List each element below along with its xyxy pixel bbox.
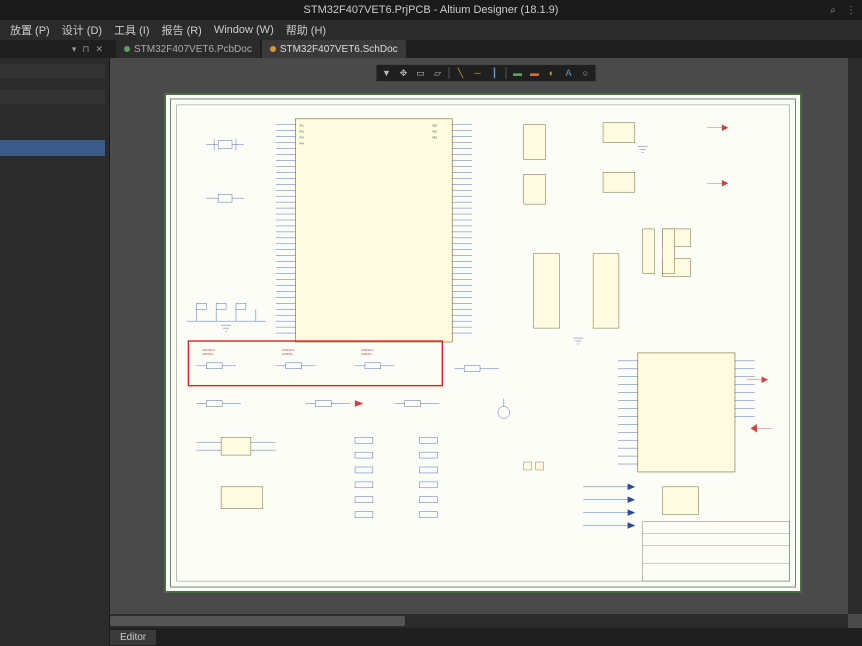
- wire-icon[interactable]: ─: [470, 66, 486, 80]
- editor-tab[interactable]: Editor: [110, 630, 156, 645]
- tab-label: STM32F407VET6.SchDoc: [280, 44, 398, 55]
- filter-icon[interactable]: ▼: [379, 66, 395, 80]
- separator: [506, 67, 507, 79]
- svg-text:APM32x: APM32x: [282, 352, 294, 356]
- polygon-icon[interactable]: ▬: [510, 66, 526, 80]
- region-icon[interactable]: ▬: [527, 66, 543, 80]
- panel-body: [0, 58, 109, 646]
- footer-bar: Editor: [110, 628, 862, 646]
- horizontal-scrollbar[interactable]: [110, 614, 848, 628]
- panel-row[interactable]: [0, 64, 105, 78]
- menu-tools[interactable]: 工具 (I): [110, 22, 153, 38]
- panel-dropdown-icon[interactable]: ▾: [70, 44, 79, 55]
- document-tabs: STM32F407VET6.PcbDoc STM32F407VET6.SchDo…: [110, 40, 862, 58]
- svg-text:PB3: PB3: [432, 137, 437, 140]
- svg-text:PA2: PA2: [299, 131, 304, 134]
- panel-pin-icon[interactable]: ⊓: [80, 44, 91, 55]
- highlight-icon[interactable]: ◐: [544, 66, 560, 80]
- window-title: STM32F407VET6.PrjPCB - Altium Designer (…: [304, 4, 559, 16]
- svg-text:APM32x: APM32x: [361, 352, 373, 356]
- separator: [449, 67, 450, 79]
- active-bar: ▼ ✥ ▭ ▱ ╲ ─ ┃ ▬ ▬ ◐ A ○: [376, 64, 597, 82]
- vertical-scrollbar[interactable]: [848, 58, 862, 614]
- svg-text:PA3: PA3: [299, 137, 304, 140]
- select-icon[interactable]: ▭: [413, 66, 429, 80]
- tab-label: STM32F407VET6.PcbDoc: [134, 44, 252, 55]
- bus-icon[interactable]: ┃: [487, 66, 503, 80]
- panel-row-selected[interactable]: [0, 140, 105, 156]
- menu-place[interactable]: 放置 (P): [6, 22, 54, 38]
- panel-close-icon[interactable]: ✕: [93, 44, 105, 55]
- schematic-canvas[interactable]: ▼ ✥ ▭ ▱ ╲ ─ ┃ ▬ ▬ ◐ A ○: [110, 58, 862, 628]
- tab-schdoc[interactable]: STM32F407VET6.SchDoc: [262, 40, 406, 58]
- svg-text:PB1: PB1: [432, 125, 437, 128]
- schematic-sheet[interactable]: APM32x1APM32x APM32x1APM32x APM32x1APM32…: [164, 93, 802, 593]
- clear-icon[interactable]: ○: [578, 66, 594, 80]
- sch-icon: [270, 46, 276, 52]
- menu-design[interactable]: 设计 (D): [58, 22, 106, 38]
- main-menu: 放置 (P) 设计 (D) 工具 (I) 报告 (R) Window (W) 帮…: [0, 20, 862, 40]
- scrollbar-thumb[interactable]: [110, 616, 405, 626]
- net-icon[interactable]: ╲: [453, 66, 469, 80]
- svg-text:PA1: PA1: [299, 125, 304, 128]
- menu-help[interactable]: 帮助 (H): [282, 22, 330, 38]
- svg-text:APM32x: APM32x: [202, 352, 214, 356]
- tab-pcbdoc[interactable]: STM32F407VET6.PcbDoc: [116, 40, 260, 58]
- menu-reports[interactable]: 报告 (R): [158, 22, 206, 38]
- search-global-icon[interactable]: ⌕: [826, 3, 840, 17]
- panel-row[interactable]: [0, 90, 105, 104]
- svg-text:PA4: PA4: [299, 143, 304, 146]
- menu-window[interactable]: Window (W): [210, 24, 278, 36]
- panel-header: ▾ ⊓ ✕: [0, 40, 109, 58]
- move-icon[interactable]: ✥: [396, 66, 412, 80]
- share-icon[interactable]: ⋮: [844, 3, 858, 17]
- svg-text:PB2: PB2: [432, 131, 437, 134]
- pcb-icon: [124, 46, 130, 52]
- text-icon[interactable]: A: [561, 66, 577, 80]
- window-titlebar: STM32F407VET6.PrjPCB - Altium Designer (…: [0, 0, 862, 20]
- lasso-icon[interactable]: ▱: [430, 66, 446, 80]
- left-panel: ▾ ⊓ ✕: [0, 40, 110, 646]
